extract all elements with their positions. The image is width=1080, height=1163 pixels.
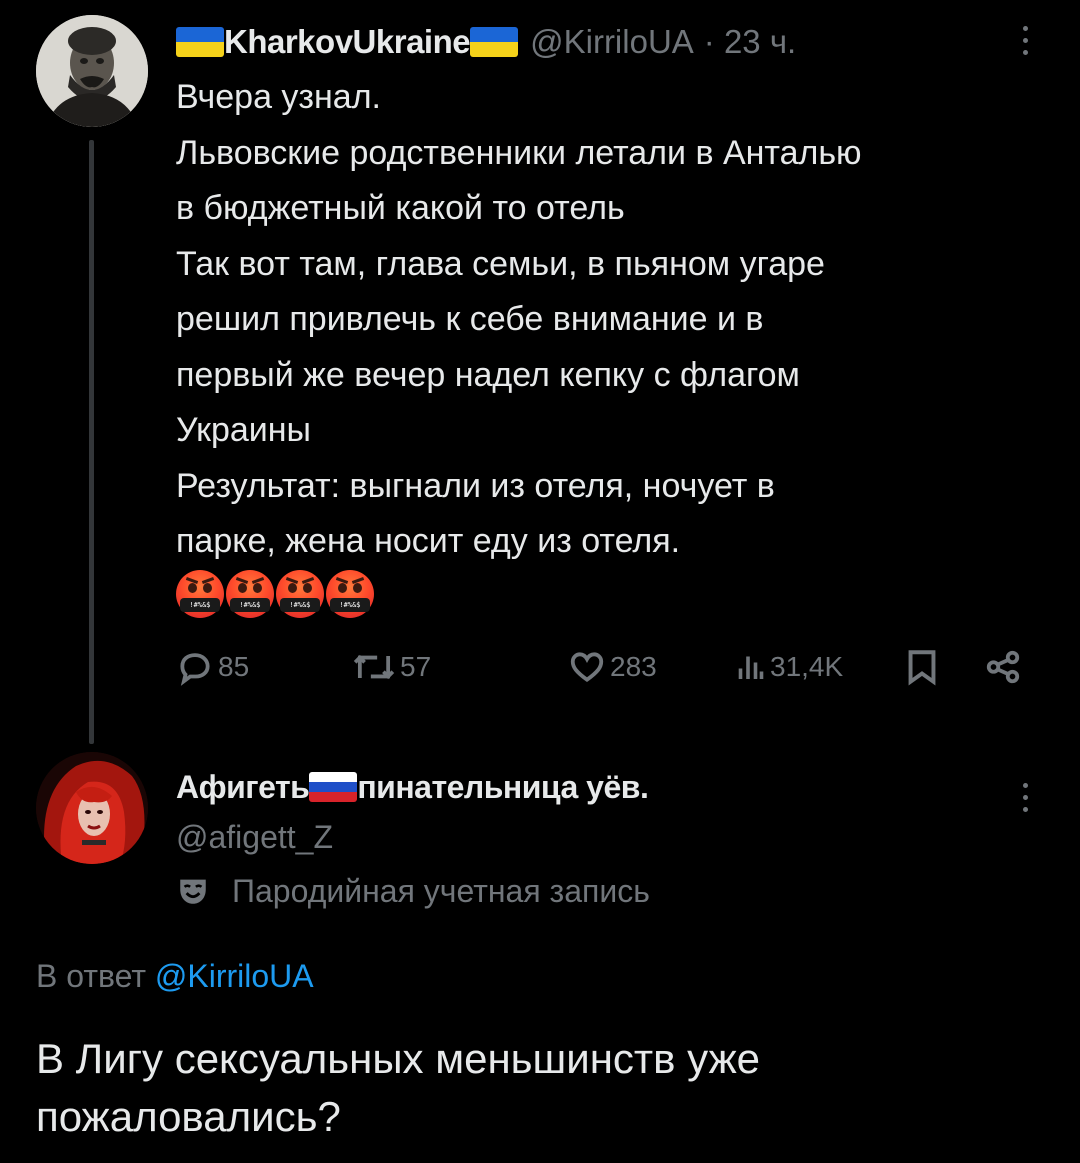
- reply-count: 85: [218, 651, 250, 682]
- reply-author-name-end[interactable]: пинательница уёв.: [357, 769, 649, 806]
- bookmark-button[interactable]: [904, 642, 940, 692]
- reply-to-mention-link[interactable]: @KirriloUA: [155, 958, 314, 994]
- tweet-text: Вчера узнал. Львовские родственники лета…: [176, 70, 1056, 570]
- portrait-avatar-image: [36, 15, 148, 127]
- more-options-icon[interactable]: [1020, 26, 1030, 55]
- theater-mask-icon: [180, 879, 206, 904]
- avatar[interactable]: [36, 15, 148, 127]
- retweet-icon: [353, 654, 395, 680]
- face-with-symbols-on-mouth-icon: !#%&$: [276, 570, 324, 618]
- author-name[interactable]: KharkovUkraine: [224, 23, 471, 61]
- russia-flag-icon: [309, 772, 358, 802]
- reply-text-line: В Лигу сексуальных меньшинств уже: [36, 1035, 761, 1082]
- tweet-header: KharkovUkraine @KirriloUA · 23 ч.: [176, 14, 796, 70]
- emoji-mouth-symbols: !#%&$: [230, 598, 270, 612]
- reply-author-handle[interactable]: @afigett_Z: [176, 812, 333, 862]
- reply-icon: [180, 653, 210, 686]
- tweet-text-line: Львовские родственники летали в Анталью: [176, 133, 862, 172]
- more-options-icon[interactable]: [1020, 783, 1030, 812]
- tweet-text-line: Украины: [176, 411, 311, 449]
- thread-connector-line: [89, 140, 94, 744]
- emoji-row: !#%&$ !#%&$ !#%&$ !#%&$: [176, 570, 374, 618]
- view-count: 31,4K: [770, 651, 844, 682]
- ukraine-flag-icon: [176, 27, 224, 57]
- share-button[interactable]: [984, 642, 1022, 692]
- face-with-symbols-on-mouth-icon: !#%&$: [326, 570, 374, 618]
- reply-text-line: пожаловались?: [36, 1093, 341, 1140]
- reply-avatar[interactable]: [36, 752, 148, 864]
- share-icon: [986, 650, 1020, 684]
- tweet-text-line: Вчера узнал.: [176, 78, 381, 116]
- face-with-symbols-on-mouth-icon: !#%&$: [226, 570, 274, 618]
- like-button[interactable]: 283: [568, 642, 657, 692]
- red-hair-avatar-image: [36, 752, 148, 864]
- emoji-mouth-symbols: !#%&$: [280, 598, 320, 612]
- reply-context: В ответ @KirriloUA: [36, 948, 314, 1004]
- emoji-mouth-symbols: !#%&$: [180, 598, 220, 612]
- views-bar-chart-icon: [738, 656, 764, 679]
- ukraine-flag-icon: [470, 27, 519, 57]
- reply-button[interactable]: 85: [176, 642, 249, 692]
- retweet-count: 57: [400, 651, 432, 682]
- tweet-text-line: первый же вечер надел кепку с флагом: [176, 355, 800, 394]
- tweet-text-line: Так вот там, глава семьи, в пьяном угаре: [176, 244, 825, 283]
- parody-label-text: Пародийная учетная запись: [232, 872, 650, 909]
- tweet-text-line: в бюджетный какой то отель: [176, 189, 625, 227]
- face-with-symbols-on-mouth-icon: !#%&$: [176, 570, 224, 618]
- author-handle[interactable]: @KirriloUA: [530, 23, 694, 61]
- tweet-text-line: парке, жена носит еду из отеля.: [176, 522, 681, 560]
- tweet[interactable]: KharkovUkraine @KirriloUA · 23 ч. Вчера …: [0, 0, 1080, 745]
- retweet-button[interactable]: 57: [352, 642, 431, 692]
- tweet-timestamp[interactable]: · 23 ч.: [704, 23, 796, 61]
- reply-header: Афигеть пинательница уёв.: [176, 762, 649, 812]
- tweet-text-line: Результат: выгнали из отеля, ночует в: [176, 466, 775, 505]
- emoji-mouth-symbols: !#%&$: [330, 598, 370, 612]
- reply-to-prefix: В ответ: [36, 958, 147, 994]
- heart-icon: [570, 652, 604, 683]
- thread-view: KharkovUkraine @KirriloUA · 23 ч. Вчера …: [0, 0, 1080, 1163]
- views-button[interactable]: 31,4K: [736, 642, 843, 692]
- bookmark-icon: [908, 650, 936, 686]
- parody-account-label: Пародийная учетная запись: [176, 864, 650, 918]
- tweet-text-line: решил привлечь к себе внимание и в: [176, 300, 764, 338]
- like-count: 283: [610, 651, 657, 682]
- reply-text: В Лигу сексуальных меньшинств уже пожало…: [36, 1030, 1046, 1146]
- tweet-action-bar: 85 57 283 31,4K: [176, 642, 1036, 692]
- reply-author-name-start[interactable]: Афигеть: [176, 769, 310, 806]
